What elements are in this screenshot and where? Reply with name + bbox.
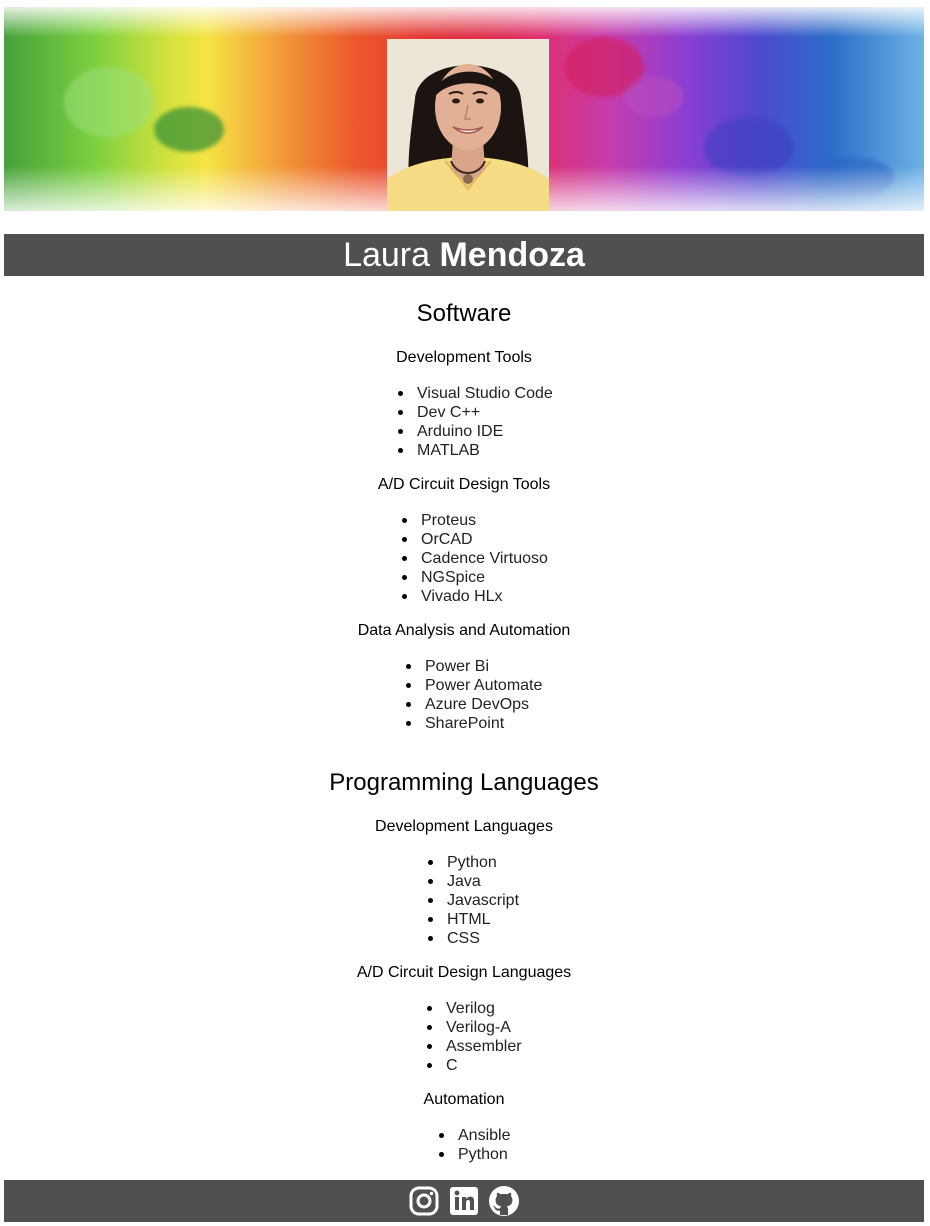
list-item: Javascript: [426, 891, 519, 910]
skill-list: Proteus OrCAD Cadence Virtuoso NGSpice V…: [400, 511, 548, 606]
list-item: Dev C++: [396, 403, 553, 422]
group-title-data-analysis: Data Analysis and Automation: [357, 622, 571, 639]
group-title-development-languages: Development Languages: [375, 818, 553, 835]
paint-splash: [624, 77, 684, 117]
list-item: Python: [437, 1145, 510, 1164]
skill-list: Ansible Python: [437, 1126, 510, 1164]
list-item: Verilog-A: [425, 1018, 522, 1037]
list-item: Assembler: [425, 1037, 522, 1056]
header-banner: [4, 7, 924, 211]
skill-list: Verilog Verilog-A Assembler C: [425, 999, 522, 1075]
paint-splash: [64, 67, 154, 137]
list-item: Vivado HLx: [400, 587, 548, 606]
last-name: Mendoza: [439, 236, 585, 274]
linkedin-icon: [450, 1187, 478, 1215]
skill-list: Python Java Javascript HTML CSS: [426, 853, 519, 948]
list-item: NGSpice: [400, 568, 548, 587]
group-title-development-tools: Development Tools: [396, 349, 532, 366]
instagram-icon: [409, 1186, 439, 1216]
list-item: C: [425, 1056, 522, 1075]
group-title-automation: Automation: [423, 1091, 505, 1108]
section-title-software: Software: [416, 300, 512, 327]
list-item: Arduino IDE: [396, 422, 553, 441]
list-item: Power Automate: [404, 676, 542, 695]
list-item: Proteus: [400, 511, 548, 530]
footer-bar: [4, 1180, 924, 1222]
skill-list: Visual Studio Code Dev C++ Arduino IDE M…: [396, 384, 553, 460]
list-item: Python: [426, 853, 519, 872]
list-item: HTML: [426, 910, 519, 929]
banner-fade-top: [4, 7, 924, 37]
first-name: Laura: [343, 236, 431, 274]
list-item: Azure DevOps: [404, 695, 542, 714]
group-title-ad-circuit-design-tools: A/D Circuit Design Tools: [377, 476, 551, 493]
linkedin-link[interactable]: [447, 1184, 481, 1218]
list-item: SharePoint: [404, 714, 542, 733]
paint-splash: [154, 107, 224, 152]
portrait-illustration: [387, 39, 549, 211]
list-item: OrCAD: [400, 530, 548, 549]
list-item: Power Bi: [404, 657, 542, 676]
list-item: Verilog: [425, 999, 522, 1018]
list-item: CSS: [426, 929, 519, 948]
list-item: MATLAB: [396, 441, 553, 460]
name-header: Laura Mendoza: [4, 234, 924, 276]
list-item: Visual Studio Code: [396, 384, 553, 403]
list-item: Cadence Virtuoso: [400, 549, 548, 568]
list-item: Java: [426, 872, 519, 891]
list-item: Ansible: [437, 1126, 510, 1145]
github-link[interactable]: [487, 1184, 521, 1218]
profile-photo: [387, 39, 549, 211]
skill-list: Power Bi Power Automate Azure DevOps Sha…: [404, 657, 542, 733]
group-title-ad-circuit-design-languages: A/D Circuit Design Languages: [356, 964, 572, 981]
github-icon: [489, 1186, 519, 1216]
section-title-programming-languages: Programming Languages: [329, 769, 599, 796]
instagram-link[interactable]: [407, 1184, 441, 1218]
